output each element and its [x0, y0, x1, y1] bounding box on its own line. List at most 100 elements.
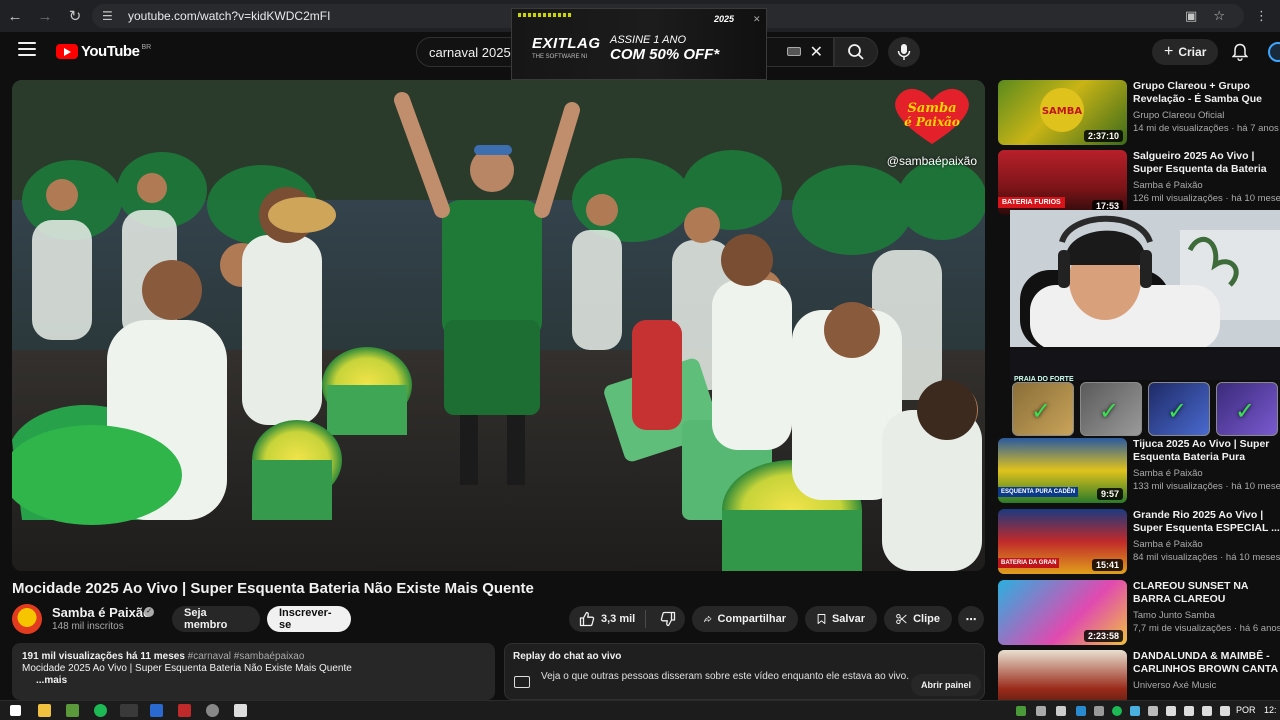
video-player[interactable]: Samba é Paixão @sambaépaixão: [12, 80, 985, 571]
dislike-button[interactable]: [652, 606, 685, 632]
recommendation-thumbnail[interactable]: SAMBA 2:37:10: [998, 80, 1127, 145]
achievement-tile: ✓: [1012, 382, 1074, 436]
keyboard-icon[interactable]: [787, 47, 801, 56]
bookmark-star-icon[interactable]: ☆: [1213, 8, 1225, 24]
join-member-button[interactable]: Seja membro: [172, 606, 260, 632]
exitlag-ad-banner[interactable]: EXITLAG THE SOFTWARE NI ASSINE 1 ANO COM…: [511, 8, 767, 80]
verified-check-icon: ✓: [144, 607, 154, 617]
recommendation-channel: Samba é Paixão: [1133, 468, 1203, 479]
forward-icon[interactable]: →: [30, 0, 60, 32]
spotify-icon[interactable]: [94, 704, 107, 717]
ad-brand: EXITLAG: [532, 35, 601, 52]
achievement-tile: ✓: [1148, 382, 1210, 436]
webcam-overlay: [1010, 210, 1280, 350]
recommendation-item[interactable]: ESQUENTA PURA CADÊN 9:57 Tijuca 2025 Ao …: [998, 438, 1280, 506]
tray-icon[interactable]: [1112, 706, 1122, 716]
channel-avatar[interactable]: [12, 604, 42, 634]
recommendation-thumbnail[interactable]: 2:23:58: [998, 580, 1127, 645]
app-icon[interactable]: [178, 704, 191, 717]
svg-text:SAMBA: SAMBA: [1042, 106, 1083, 117]
app-icon[interactable]: [206, 704, 219, 717]
volume-tray-icon[interactable]: [1202, 706, 1212, 716]
site-info-icon[interactable]: ☰: [102, 9, 120, 23]
recommendation-meta: 7,7 mi de visualizações · há 6 anos: [1133, 623, 1280, 634]
system-clock[interactable]: 12:: [1264, 705, 1277, 715]
app-icon[interactable]: [66, 704, 79, 717]
logo-text: YouTube: [81, 43, 140, 60]
notifications-bell-icon[interactable]: [1229, 40, 1251, 64]
description-box[interactable]: 191 mil visualizações há 11 meses #carna…: [12, 643, 495, 700]
samba-e-paixao-logo: Samba é Paixão: [895, 88, 969, 144]
tray-icon[interactable]: [1076, 706, 1086, 716]
achievement-tile: ✓: [1216, 382, 1278, 436]
save-button[interactable]: Salvar: [805, 606, 877, 632]
more-actions-icon[interactable]: ⋯: [958, 606, 984, 632]
clip-button[interactable]: Clipe: [884, 606, 952, 632]
app-icon[interactable]: [150, 704, 163, 717]
clip-label: Clipe: [913, 613, 940, 625]
video-duration: 2:23:58: [1083, 630, 1123, 642]
chrome-active-icon[interactable]: [120, 704, 138, 717]
channel-name[interactable]: Samba é Paixão: [52, 605, 151, 620]
recommendation-item[interactable]: BATERIA DA GRAN 15:41 Grande Rio 2025 Ao…: [998, 509, 1280, 577]
recommendation-channel: Samba é Paixão: [1133, 539, 1203, 550]
app-icon[interactable]: [234, 704, 247, 717]
recommendation-meta: 126 mil visualizações · há 10 meses: [1133, 193, 1280, 204]
search-button[interactable]: [834, 37, 878, 67]
tray-icon[interactable]: [1094, 706, 1104, 716]
voice-search-button[interactable]: [888, 37, 920, 67]
like-button[interactable]: 3,3 mil: [569, 606, 639, 632]
clear-search-icon[interactable]: ✕: [810, 42, 823, 62]
back-icon[interactable]: ←: [0, 0, 30, 32]
ad-close-icon[interactable]: ✕: [753, 14, 761, 25]
reload-icon[interactable]: ↻: [60, 0, 90, 32]
share-button[interactable]: Compartilhar: [692, 606, 798, 632]
youtube-logo[interactable]: YouTube BR: [56, 43, 151, 60]
recommendation-title: CLAREOU SUNSET NA BARRA CLAREOU: [1133, 580, 1249, 605]
subscribe-button[interactable]: Inscrever-se: [267, 606, 351, 632]
open-chat-panel-button[interactable]: Abrir painel: [911, 674, 982, 696]
recommendation-item[interactable]: SAMBA 2:37:10 Grupo Clareou + Grupo Reve…: [998, 80, 1280, 148]
show-more-link[interactable]: ...mais: [22, 675, 485, 686]
keyboard-language[interactable]: POR: [1236, 705, 1256, 715]
tray-icon[interactable]: [1148, 706, 1158, 716]
recommendation-channel: Grupo Clareou Oficial: [1133, 110, 1225, 121]
file-explorer-icon[interactable]: [38, 704, 51, 717]
cast-icon[interactable]: ▣: [1185, 8, 1197, 24]
thumbs-up-icon: [579, 611, 595, 627]
browser-menu-icon[interactable]: ⋮: [1255, 8, 1268, 24]
tray-icon[interactable]: [1036, 706, 1046, 716]
microphone-tray-icon[interactable]: [1166, 706, 1176, 716]
recommendation-title: Grande Rio 2025 Ao Vivo | Super Esquenta…: [1133, 509, 1280, 534]
recommendation-thumbnail[interactable]: BATERIA FURIOS 17:53: [998, 150, 1127, 215]
tray-icon[interactable]: [1130, 706, 1140, 716]
create-button[interactable]: + Criar: [1152, 39, 1219, 65]
menu-icon[interactable]: [18, 42, 36, 56]
svg-text:Samba: Samba: [907, 101, 956, 116]
hashtags[interactable]: #carnaval #sambaépaixao: [188, 651, 305, 662]
recommendation-channel: Universo Axé Music: [1133, 680, 1217, 691]
achievement-tile: ✓: [1080, 382, 1142, 436]
start-windows-icon[interactable]: [10, 705, 21, 716]
thumbnail-badge: BATERIA FURIOS: [998, 197, 1065, 208]
recommendation-thumbnail[interactable]: BATERIA DA GRAN 15:41: [998, 509, 1127, 574]
recommendation-thumbnail[interactable]: [998, 650, 1127, 700]
plus-icon: +: [1164, 43, 1174, 60]
account-avatar[interactable]: [1268, 42, 1280, 62]
recommendation-item[interactable]: BATERIA FURIOS 17:53 Salgueiro 2025 Ao V…: [998, 150, 1280, 218]
recommendation-item[interactable]: 2:23:58 CLAREOU SUNSET NA BARRA CLAREOU …: [998, 580, 1280, 648]
recommendation-thumbnail[interactable]: ESQUENTA PURA CADÊN 9:57: [998, 438, 1127, 503]
recommendation-item[interactable]: DANDALUNDA & MAIMBÊ - CARLINHOS BROWN CA…: [998, 650, 1280, 700]
like-dislike-group: 3,3 mil: [569, 606, 685, 632]
recommendation-meta: 133 mil visualizações · há 10 meses: [1133, 481, 1280, 492]
search-query: carnaval 2025: [429, 44, 511, 60]
tray-icon[interactable]: [1056, 706, 1066, 716]
battery-tray-icon[interactable]: [1220, 706, 1230, 716]
bookmark-icon: [817, 614, 826, 624]
video-duration: 15:41: [1091, 559, 1123, 571]
tray-icon[interactable]: [1016, 706, 1026, 716]
chat-replay-description: Veja o que outras pessoas disseram sobre…: [541, 671, 910, 682]
ad-line-2: COM 50% OFF*: [610, 46, 720, 63]
chat-icon: [514, 676, 530, 688]
network-tray-icon[interactable]: [1184, 706, 1194, 716]
